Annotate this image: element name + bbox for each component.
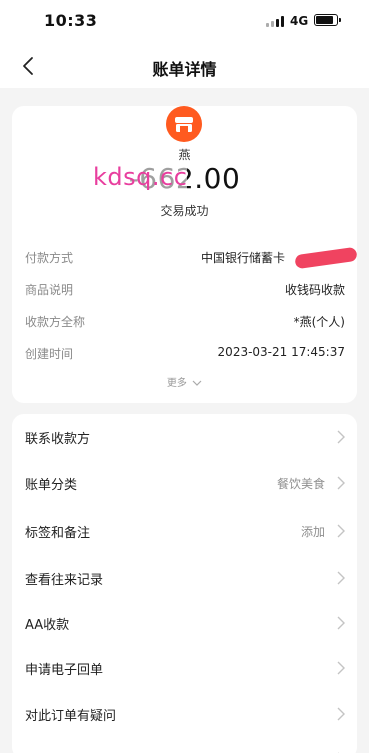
chevron-right-icon [337, 707, 345, 721]
watermark-text: kdsq.cc [93, 163, 188, 191]
action-label: 标签和备注 [25, 526, 91, 541]
action-label: 查看往来记录 [25, 573, 104, 588]
detail-row-payment-method: 付款方式 中国银行储蓄卡 [25, 246, 358, 270]
more-toggle[interactable]: 更多 [12, 374, 357, 389]
contact-payee-row[interactable]: 联系收款方 [12, 414, 357, 460]
merchant-name: 燕 [178, 148, 191, 162]
detail-value: 2023-03-21 17:45:37 [217, 345, 345, 359]
complaint-row[interactable]: 投诉 [12, 736, 357, 753]
chevron-right-icon [337, 476, 345, 490]
battery-level [316, 16, 333, 24]
e-receipt-row[interactable]: 申请电子回单 [12, 645, 357, 691]
action-label: 对此订单有疑问 [25, 709, 117, 724]
signal-icon [266, 16, 284, 27]
detail-row-payee: 收款方全称 *燕(个人) [25, 311, 345, 331]
chevron-down-icon [192, 380, 202, 386]
page: 10:33 4G 账单详情 燕 -662.00 kdsq. [0, 0, 369, 753]
detail-label: 商品说明 [25, 283, 74, 297]
chevron-right-icon [337, 571, 345, 585]
detail-row-product: 商品说明 收钱码收款 [25, 279, 345, 299]
trade-status: 交易成功 [160, 204, 209, 218]
network-label: 4G [290, 14, 309, 28]
page-title: 账单详情 [152, 60, 217, 79]
aa-collection-row[interactable]: AA收款 [12, 600, 357, 646]
chevron-right-icon [337, 430, 345, 444]
order-question-row[interactable]: 对此订单有疑问 [12, 691, 357, 737]
chevron-right-icon [337, 616, 345, 630]
detail-row-created-time: 创建时间 2023-03-21 17:45:37 [25, 343, 345, 363]
detail-value: 中国银行储蓄卡 [200, 251, 285, 265]
detail-value: 收钱码收款 [284, 283, 345, 297]
detail-label: 收款方全称 [25, 315, 86, 329]
detail-label: 付款方式 [25, 251, 74, 265]
chevron-right-icon [337, 524, 345, 538]
action-label: 联系收款方 [25, 432, 91, 447]
nav-bar: 账单详情 [0, 44, 369, 88]
action-label: 账单分类 [25, 478, 78, 493]
bill-category-row[interactable]: 账单分类 餐饮美食 [12, 460, 357, 506]
battery-cap [339, 18, 341, 22]
store-icon [166, 106, 202, 142]
detail-value: *燕(个人) [293, 315, 345, 329]
action-label: AA收款 [25, 618, 70, 633]
chevron-right-icon [337, 661, 345, 675]
battery-icon [314, 14, 338, 26]
tags-notes-row[interactable]: 标签和备注 添加 [12, 508, 357, 554]
action-value: 添加 [300, 525, 325, 539]
action-label: 申请电子回单 [25, 663, 104, 678]
action-value: 餐饮美食 [276, 477, 325, 491]
detail-label: 创建时间 [25, 347, 74, 361]
more-label: 更多 [166, 378, 187, 389]
status-time: 10:33 [44, 11, 98, 30]
status-bar: 10:33 4G [0, 0, 369, 44]
actions-card: 联系收款方 账单分类 餐饮美食 标签和备注 添加 查看往来记录 AA收款 申请电… [12, 414, 357, 753]
redaction-mark [294, 246, 358, 270]
bill-summary-card: 燕 -662.00 kdsq.cc 交易成功 付款方式 中国银行储蓄卡 商品说明… [12, 106, 358, 403]
history-records-row[interactable]: 查看往来记录 [12, 555, 357, 601]
